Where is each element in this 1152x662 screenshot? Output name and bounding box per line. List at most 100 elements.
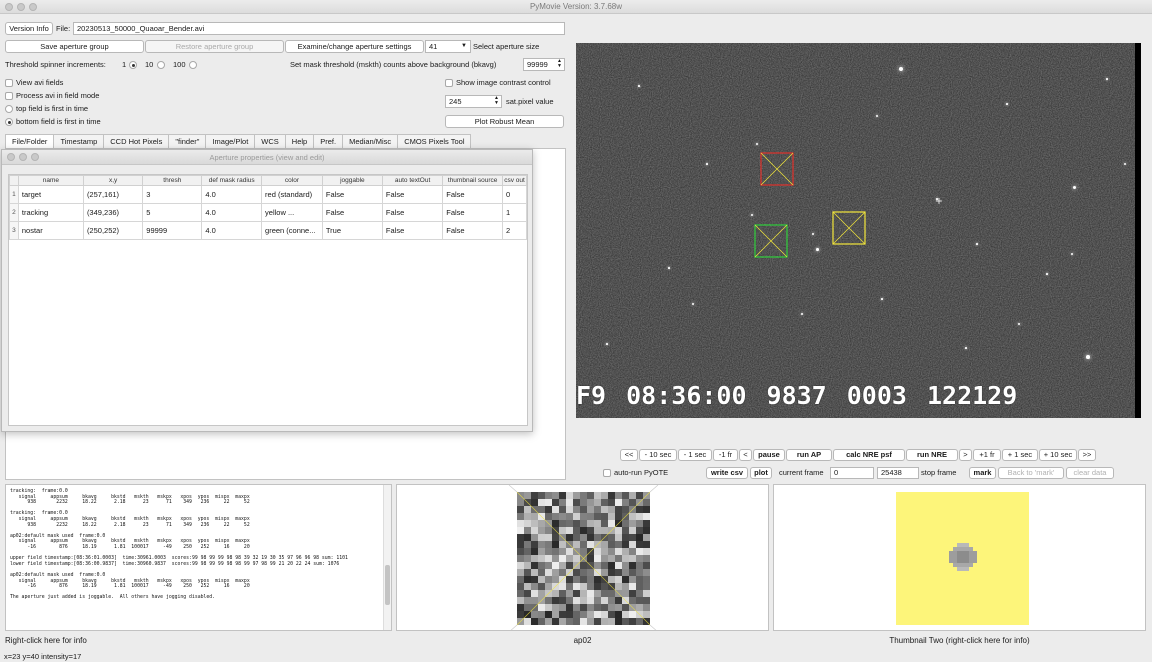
plot-button[interactable]: plot xyxy=(750,467,772,479)
pause-button[interactable]: pause xyxy=(753,449,785,461)
tab-image-plot[interactable]: Image/Plot xyxy=(205,134,256,148)
table-cell[interactable]: tracking xyxy=(17,203,84,222)
tab-pref[interactable]: Pref. xyxy=(313,134,344,148)
table-cell[interactable]: 5 xyxy=(142,203,203,222)
table-cell[interactable]: True xyxy=(321,221,383,240)
tab-finder[interactable]: "finder" xyxy=(168,134,207,148)
video-frame[interactable]: F9 08:36:00 9837 0003 122129 xyxy=(576,43,1139,418)
mark-button[interactable]: mark xyxy=(969,467,996,479)
bottom-field-first-radio[interactable] xyxy=(5,118,13,126)
last-frame-button[interactable]: >> xyxy=(1078,449,1096,461)
zoom-dialog-icon[interactable] xyxy=(31,153,39,161)
aperture-size-select[interactable]: 41 ▼ xyxy=(425,40,471,53)
column-header[interactable]: thumbnail source xyxy=(442,175,504,186)
table-cell[interactable]: 4.0 xyxy=(201,203,263,222)
log-caption[interactable]: Right-click here for info xyxy=(5,636,87,645)
calc-nre-psf-button[interactable]: calc NRE psf xyxy=(833,449,905,461)
red-aperture[interactable] xyxy=(760,152,794,186)
column-header[interactable]: thresh xyxy=(142,175,203,186)
table-cell[interactable]: (349,236) xyxy=(82,203,144,222)
column-header[interactable]: joggable xyxy=(321,175,383,186)
step-back-button[interactable]: < xyxy=(739,449,752,461)
write-csv-button[interactable]: write csv xyxy=(706,467,748,479)
tab-help[interactable]: Help xyxy=(284,134,315,148)
table-cell[interactable]: False xyxy=(321,185,383,204)
mask-threshold-spinner[interactable]: 99999 ▲ ▼ xyxy=(523,58,565,71)
column-header[interactable]: def mask radius xyxy=(201,175,263,186)
forward-1-frame-button[interactable]: +1 fr xyxy=(973,449,1001,461)
table-cell[interactable]: 2 xyxy=(502,221,527,240)
back-10-sec-button[interactable]: - 10 sec xyxy=(639,449,677,461)
close-dialog-icon[interactable] xyxy=(7,153,15,161)
thumbnail-two[interactable] xyxy=(773,484,1146,631)
minimize-dialog-icon[interactable] xyxy=(19,153,27,161)
log-scrollbar[interactable] xyxy=(383,485,391,630)
back-1-frame-button[interactable]: -1 fr xyxy=(713,449,738,461)
tab-ccd-hot-pixels[interactable]: CCD Hot Pixels xyxy=(103,134,170,148)
tab-file-folder[interactable]: File/Folder xyxy=(5,134,55,148)
plot-robust-mean-button[interactable]: Plot Robust Mean xyxy=(445,115,564,128)
table-cell[interactable]: nostar xyxy=(17,221,84,240)
field-mode-checkbox[interactable] xyxy=(5,92,13,100)
table-row[interactable]: 3 nostar (250,252) 99999 4.0 green (conn… xyxy=(9,221,527,240)
restore-aperture-group-button[interactable]: Restore aperture group xyxy=(145,40,284,53)
table-cell[interactable]: (257,161) xyxy=(82,185,144,204)
table-cell[interactable]: 1 xyxy=(502,203,527,222)
tab-cmos-pixels-tool[interactable]: CMOS Pixels Tool xyxy=(397,134,472,148)
table-cell[interactable]: red (standard) xyxy=(261,185,323,204)
column-header[interactable]: name xyxy=(17,175,84,186)
save-aperture-group-button[interactable]: Save aperture group xyxy=(5,40,144,53)
table-cell[interactable]: 4.0 xyxy=(201,185,263,204)
run-ap-button[interactable]: run AP xyxy=(786,449,832,461)
current-frame-input[interactable]: 0 xyxy=(830,467,874,479)
step-forward-button[interactable]: > xyxy=(959,449,972,461)
column-header[interactable]: csv out xyxy=(502,175,527,186)
table-cell[interactable]: False xyxy=(381,185,444,204)
forward-10-sec-button[interactable]: + 10 sec xyxy=(1039,449,1077,461)
table-cell[interactable]: False xyxy=(442,221,504,240)
forward-1-sec-button[interactable]: + 1 sec xyxy=(1002,449,1038,461)
log-text-area[interactable]: tracking: frame:0.0 signal appsum bkavg … xyxy=(5,484,392,631)
table-cell[interactable]: False xyxy=(442,185,504,204)
tab-timestamp[interactable]: Timestamp xyxy=(53,134,105,148)
table-cell[interactable]: 4.0 xyxy=(201,221,263,240)
table-row[interactable]: 1 target (257,161) 3 4.0 red (standard) … xyxy=(9,185,527,204)
tab-wcs[interactable]: WCS xyxy=(254,134,286,148)
table-cell[interactable]: False xyxy=(381,203,444,222)
column-header[interactable]: color xyxy=(261,175,323,186)
table-cell[interactable]: (250,252) xyxy=(82,221,144,240)
top-field-first-radio[interactable] xyxy=(5,105,13,113)
scrollbar-thumb[interactable] xyxy=(385,565,390,605)
increment-10-radio[interactable] xyxy=(157,61,165,69)
table-cell[interactable]: 3 xyxy=(142,185,203,204)
back-1-sec-button[interactable]: - 1 sec xyxy=(678,449,712,461)
green-aperture[interactable] xyxy=(754,224,788,258)
thumbnail-one-caption[interactable]: ap02 xyxy=(396,636,769,645)
first-frame-button[interactable]: << xyxy=(620,449,638,461)
clear-data-button[interactable]: clear data xyxy=(1066,467,1114,479)
table-cell[interactable]: False xyxy=(381,221,444,240)
examine-aperture-settings-button[interactable]: Examine/change aperture settings xyxy=(285,40,424,53)
table-cell[interactable]: green (conne... xyxy=(261,221,323,240)
table-cell[interactable]: False xyxy=(442,203,504,222)
increment-100-radio[interactable] xyxy=(189,61,197,69)
sat-pixel-spinner[interactable]: 245 ▲ ▼ xyxy=(445,95,502,108)
thumbnail-two-caption[interactable]: Thumbnail Two (right-click here for info… xyxy=(773,636,1146,645)
table-cell[interactable]: target xyxy=(17,185,84,204)
auto-run-pyote-checkbox[interactable] xyxy=(603,469,611,477)
column-header[interactable]: x,y xyxy=(82,175,144,186)
table-cell[interactable]: yellow ... xyxy=(261,203,323,222)
table-row[interactable]: 2 tracking (349,236) 5 4.0 yellow ... Fa… xyxy=(9,203,527,222)
increment-1-radio[interactable] xyxy=(129,61,137,69)
file-name-field[interactable]: 20230513_50000_Quaoar_Bender.avi xyxy=(73,22,565,35)
version-info-button[interactable]: Version Info xyxy=(5,22,53,35)
back-to-mark-button[interactable]: Back to 'mark' xyxy=(998,467,1064,479)
view-avi-fields-checkbox[interactable] xyxy=(5,79,13,87)
stop-frame-input[interactable]: 25438 xyxy=(877,467,919,479)
table-cell[interactable]: False xyxy=(321,203,383,222)
tab-median-misc[interactable]: Median/Misc xyxy=(342,134,399,148)
run-nre-button[interactable]: run NRE xyxy=(906,449,958,461)
table-cell[interactable]: 99999 xyxy=(142,221,203,240)
column-header[interactable]: auto textOut xyxy=(381,175,444,186)
table-cell[interactable]: 0 xyxy=(502,185,527,204)
